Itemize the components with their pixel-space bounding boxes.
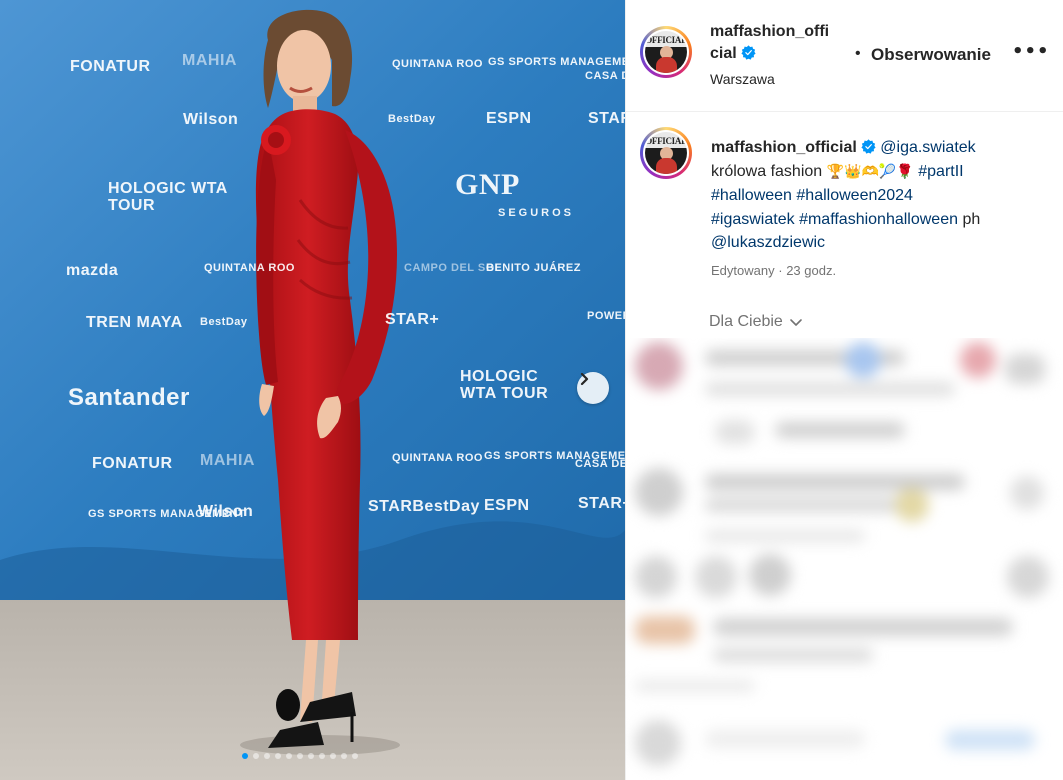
verified-badge-icon [741,45,756,60]
carousel-dot [330,753,336,759]
hashtag-link[interactable]: #halloween [711,187,792,204]
carousel-dots [242,753,358,759]
carousel-dot [264,753,270,759]
following-button[interactable]: Obserwowanie [871,45,991,65]
carousel-dot [253,753,259,759]
hashtag-link[interactable]: #igaswiatek [711,211,795,228]
caption-emojis: 🏆👑🫶🎾🌹 [826,163,914,180]
hashtag-link[interactable]: #maffashionhalloween [799,211,958,228]
caption-avatar[interactable]: OFFICIAL [640,127,692,179]
carousel-dot [308,753,314,759]
carousel-next-button[interactable] [577,372,609,404]
photo-credit-link[interactable]: @lukaszdziewic [711,234,825,251]
caption-text: królowa fashion [711,162,823,180]
header-avatar[interactable]: OFFICIAL [640,26,692,78]
caption-username[interactable]: maffashion_official [711,139,857,156]
verified-badge-icon [861,139,876,154]
carousel-dot [242,753,248,759]
photo-credit-prefix: ph [962,210,981,228]
carousel-dot [352,753,358,759]
chevron-right-icon [580,372,589,386]
post-caption: maffashion_official @iga.swiatek królowa… [711,136,1041,255]
mention-link[interactable]: @iga.swiatek [880,139,975,156]
chevron-down-icon [790,319,802,326]
photo-scene [0,0,625,780]
rosette-center [268,132,284,148]
header-divider [625,111,1063,112]
carousel-dot [319,753,325,759]
header-username[interactable]: maffashion_official [710,21,835,65]
hashtag-link[interactable]: #halloween2024 [796,187,913,204]
carousel-dot [341,753,347,759]
shoe-bow [276,689,300,721]
post-time[interactable]: 23 godz. [786,263,836,278]
caption-meta: Edytowany · 23 godz. [711,263,836,278]
post-photo[interactable]: FONATUR MAHIA QUINTANA ROO GS SPORTS MAN… [0,0,625,780]
edited-label: Edytowany [711,263,775,278]
more-options-icon[interactable]: ••• [1012,42,1049,62]
carousel-dot [286,753,292,759]
for-you-label: Dla Ciebie [709,313,783,330]
blurred-comments-area [625,338,1063,780]
header-location[interactable]: Warszawa [710,71,775,87]
header-separator: • [855,45,861,62]
hashtag-link[interactable]: #partII [918,163,963,180]
for-you-toggle[interactable]: Dla Ciebie [709,313,803,331]
meta-separator: · [778,263,783,278]
carousel-dot [275,753,281,759]
carousel-dot [297,753,303,759]
username-text[interactable]: maffashion_official [710,23,829,62]
